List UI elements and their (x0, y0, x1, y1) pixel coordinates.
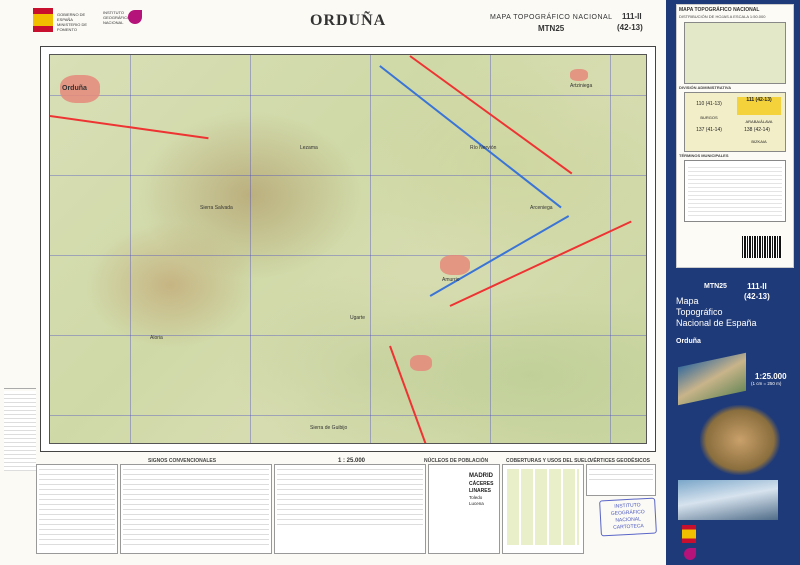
place-label: Ugarte (350, 315, 366, 321)
grid-line (50, 95, 646, 96)
cartoteca-stamp: INSTITUTO GEOGRÁFICO NACIONAL CARTOTECA (599, 497, 657, 537)
government-label: GOBIERNO DE ESPAÑA MINISTERIO DE FOMENTO (57, 12, 97, 32)
spain-coat-of-arms-icon (33, 8, 53, 32)
place-label: Sierra de Guibijo (310, 425, 348, 431)
legend-left-box (36, 464, 118, 554)
cover-scale: 1:25.000 (755, 372, 787, 381)
admin-cell-current: 111 (42-13) (737, 97, 781, 115)
legend-vertices-box (586, 464, 656, 496)
grid-line (130, 55, 131, 443)
ign-label: INSTITUTO GEOGRÁFICO NACIONAL (103, 10, 131, 25)
stamp-line: CARTOTECA (613, 523, 644, 531)
grid-line (250, 55, 251, 443)
admin-cell: 138 (42-14) (744, 127, 770, 133)
place-label: Lezama (300, 145, 318, 151)
town-area (410, 355, 432, 371)
grid-line (50, 415, 646, 416)
cover-landscape-image (678, 480, 778, 520)
terrain-relief (50, 55, 646, 443)
legend-landcover-box (502, 464, 584, 554)
spain-coat-of-arms-icon (682, 525, 696, 543)
town-area (440, 255, 470, 275)
distribution-map (684, 22, 786, 84)
legend-info-box (274, 464, 426, 554)
municipal-terms-title: TÉRMINOS MUNICIPALES (679, 153, 729, 158)
admin-region: BURGOS (700, 115, 718, 120)
town-area (570, 69, 588, 81)
series-code: MTN25 (538, 24, 565, 33)
index-panel-subtitle: DISTRIBUCIÓN DE HOJAS A ESCALA 1:50.000 (679, 14, 766, 19)
sheet-grid-code: (42-13) (617, 23, 643, 32)
landcover-swatches (507, 469, 579, 545)
city-example: MADRID (469, 473, 493, 479)
legend-signs-box (120, 464, 272, 554)
city-example: Toledo (469, 495, 483, 500)
topographic-map[interactable]: Orduña Amurrio Artziniega Sierra Salvada… (49, 54, 647, 444)
spain-relief-image (700, 405, 780, 475)
cover-title-line: Nacional de España (676, 318, 757, 328)
grid-line (50, 335, 646, 336)
divider (4, 386, 36, 389)
ministry-text: MINISTERIO DE FOMENTO (57, 22, 88, 32)
cover-title-line: Topográfico (676, 307, 723, 317)
admin-cell: 137 (41-14) (696, 127, 722, 133)
place-label: Arceniega (530, 205, 553, 211)
index-entries (4, 391, 36, 471)
map-sheet: GOBIERNO DE ESPAÑA MINISTERIO DE FOMENTO… (0, 0, 800, 565)
place-label: Aloria (150, 335, 163, 341)
cover-scale-sub: (1 cm = 250 m) (751, 381, 782, 386)
place-label: Río Nervión (470, 145, 497, 151)
sheet-number: 111-II (622, 12, 642, 21)
gov-text: GOBIERNO DE ESPAÑA (57, 12, 86, 22)
municipal-terms-list (684, 160, 786, 222)
place-label: Amurrio (442, 277, 460, 283)
terms-entries (688, 164, 782, 216)
admin-division-title: DIVISIÓN ADMINISTRATIVA (679, 85, 732, 90)
admin-region: ARABA/ÁLAVA (745, 119, 773, 124)
grid-line (50, 175, 646, 176)
grid-line (370, 55, 371, 443)
cover-sheet-name: Orduña (676, 338, 701, 345)
barcode-icon (742, 236, 782, 258)
grid-line (610, 55, 611, 443)
cover-sheet-number-text: 111-II (747, 282, 767, 291)
legend-population-box: MADRID CÁCERES LINARES Toledo Lucena (428, 464, 500, 554)
place-label: Artziniega (570, 83, 593, 89)
city-example: Lucena (469, 501, 484, 506)
place-label: Orduña (62, 85, 87, 92)
city-example: LINARES (469, 488, 491, 494)
cover-title: Mapa Topográfico Nacional de España (676, 296, 757, 329)
city-example: CÁCERES (469, 481, 494, 487)
sheet-index-list (4, 386, 36, 476)
admin-region: BIZKAIA (751, 139, 767, 144)
ign-logo-icon (128, 10, 142, 24)
cover-title-line: Mapa (676, 296, 699, 306)
place-label: Sierra Salvada (200, 205, 233, 211)
sheet-header: GOBIERNO DE ESPAÑA MINISTERIO DE FOMENTO… (0, 0, 670, 40)
cover-series-code: MTN25 (704, 283, 727, 290)
ign-logo-icon (684, 548, 696, 560)
index-panel-title: MAPA TOPOGRÁFICO NACIONAL (679, 7, 760, 13)
map-title: ORDUÑA (310, 12, 387, 29)
series-title: MAPA TOPOGRÁFICO NACIONAL (490, 14, 613, 21)
admin-division-map: 110 (41-13) 111 (42-13) 137 (41-14) 138 … (684, 92, 786, 152)
admin-cell: 110 (41-13) (696, 101, 722, 107)
